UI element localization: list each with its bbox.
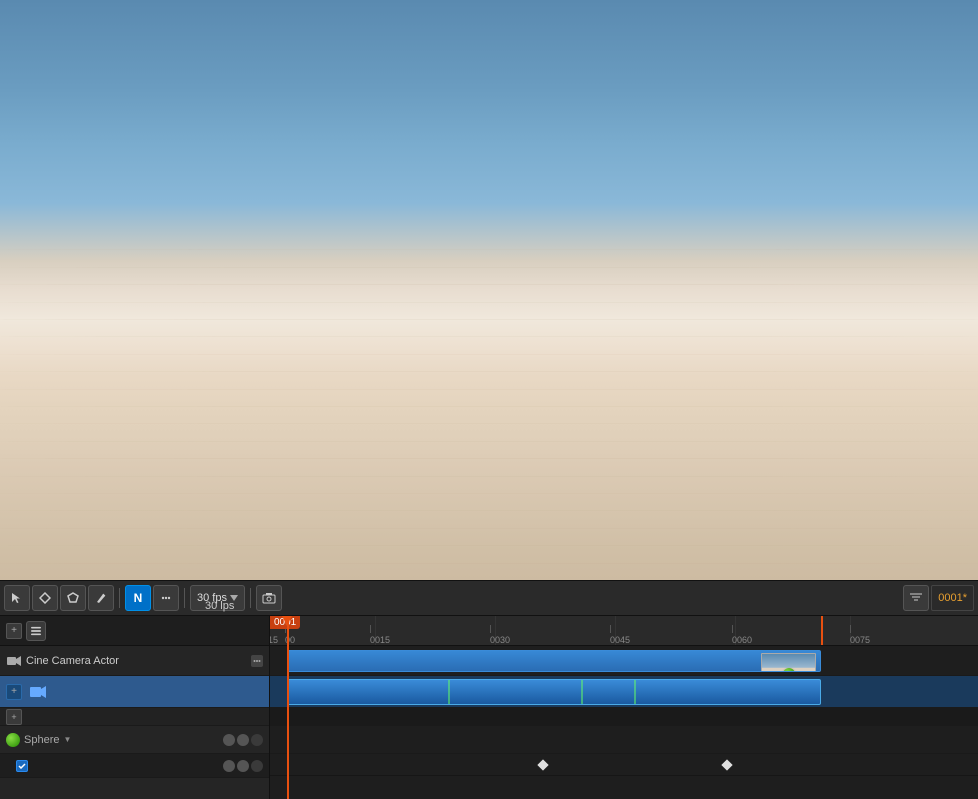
sphere-track-content	[270, 726, 978, 754]
camera-track-label: Cine Camera Actor	[26, 655, 251, 667]
sphere-object-icon	[6, 733, 20, 747]
sphere-sub-dot3[interactable]	[251, 760, 263, 772]
tool-select-btn[interactable]	[4, 585, 30, 611]
sep1	[119, 588, 120, 608]
divider-content-row	[270, 708, 978, 726]
track-menu-icon	[31, 626, 41, 636]
timeline-left-header: +	[0, 616, 269, 646]
camera-export-icon	[262, 592, 276, 604]
more-options-btn[interactable]	[153, 585, 179, 611]
sphere-label: Sphere ▼	[24, 734, 71, 746]
fps-selector[interactable]: 30 fps	[190, 585, 245, 611]
pentagon-icon	[67, 592, 79, 604]
add-row-btn[interactable]: +	[6, 709, 22, 725]
camera-track-icons	[251, 655, 263, 667]
sphere-dot1[interactable]	[223, 734, 235, 746]
dots-icon-sm	[253, 658, 261, 664]
tool-diamond-btn[interactable]	[32, 585, 58, 611]
check-icon	[18, 763, 26, 769]
end-marker	[821, 616, 823, 645]
bar-tick-3	[634, 680, 636, 704]
sphere-dot3[interactable]	[251, 734, 263, 746]
timeline-ruler[interactable]: -015 00 0015 0030 0045 0060 0075	[270, 616, 978, 646]
timeline-content-panel: -015 00 0015 0030 0045 0060 0075	[270, 616, 978, 799]
ruler-tick-neg15: -015	[270, 635, 278, 645]
keyframe-1[interactable]	[537, 759, 548, 770]
record-mode-btn[interactable]: N	[125, 585, 151, 611]
sphere-sub-row	[0, 754, 269, 778]
camera-clip-bar[interactable]	[287, 650, 821, 672]
thumbnail-bg	[762, 654, 815, 672]
ruler-tick-60: 0060	[732, 635, 752, 645]
ruler-label-75: 0075	[850, 635, 870, 645]
dots-icon	[161, 593, 171, 603]
sphere-dot2[interactable]	[237, 734, 249, 746]
empty-row-1: +	[0, 708, 269, 726]
diamond-icon	[39, 592, 51, 604]
thumbnail-sphere	[783, 668, 795, 672]
playhead-line	[287, 616, 289, 799]
chevron-down-icon	[230, 595, 238, 601]
sphere-subtrack-content	[270, 754, 978, 776]
ruler-label-45: 0045	[610, 635, 630, 645]
ruler-label-60: 0060	[732, 635, 752, 645]
sequence-name: 0001*	[938, 592, 967, 604]
tool-pentagon-btn[interactable]	[60, 585, 86, 611]
track-options-btn[interactable]	[26, 621, 46, 641]
fps-label: 30 fps	[197, 592, 227, 604]
sphere-label-text: Sphere	[24, 734, 59, 746]
ruler-label-neg15: -015	[270, 635, 278, 645]
sphere-chevron[interactable]: ▼	[63, 735, 71, 744]
timeline: + Cine Camera Actor	[0, 616, 978, 799]
camera-clip-thumbnail	[761, 653, 816, 672]
sep2	[184, 588, 185, 608]
sphere-checkbox[interactable]	[16, 760, 28, 772]
ruler-label-15: 0015	[370, 635, 390, 645]
bar-tick-2	[581, 680, 583, 704]
timeline-tracks-panel: + Cine Camera Actor	[0, 616, 270, 799]
ruler-tick-15: 0015	[370, 635, 390, 645]
main-highlighted-track: +	[0, 676, 269, 708]
keyframe-2[interactable]	[721, 759, 732, 770]
camera-track-icon	[6, 653, 22, 669]
playhead-ruler-marker	[282, 616, 292, 626]
cursor-icon	[11, 592, 23, 604]
ruler-tick-45: 0045	[610, 635, 630, 645]
toolbar: N 30 fps 0001*	[0, 580, 978, 616]
sphere-sub-dot1[interactable]	[223, 760, 235, 772]
camera-track-header: Cine Camera Actor	[0, 646, 269, 676]
sphere-icons	[223, 734, 263, 746]
sep3	[250, 588, 251, 608]
ruler-label-30: 0030	[490, 635, 510, 645]
sequence-label[interactable]: 0001*	[931, 585, 974, 611]
ruler-tick-30: 0030	[490, 635, 510, 645]
sphere-sub-icons	[223, 760, 263, 772]
add-keyframe-btn[interactable]: +	[6, 684, 22, 700]
sphere-sub-dot2[interactable]	[237, 760, 249, 772]
tool-brush-btn[interactable]	[88, 585, 114, 611]
filter-icon	[910, 593, 922, 603]
viewport-background	[0, 0, 978, 580]
main-track-cam-icon	[30, 684, 46, 700]
sphere-track-header: Sphere ▼	[0, 726, 269, 754]
snapshot-btn[interactable]	[256, 585, 282, 611]
main-track-content	[270, 676, 978, 708]
add-track-btn[interactable]: +	[6, 623, 22, 639]
brush-icon	[95, 592, 107, 604]
camera-track-dots	[251, 655, 263, 667]
playhead-arrow	[282, 616, 292, 626]
sand-texture	[0, 232, 978, 580]
camera-clip-inner	[288, 651, 820, 671]
camera-icon	[7, 655, 21, 667]
bar-tick-1	[448, 680, 450, 704]
viewport	[0, 0, 978, 580]
camera-track-content	[270, 646, 978, 676]
film-camera-icon	[30, 686, 46, 698]
ruler-tick-75: 0075	[850, 635, 870, 645]
main-clip-bar[interactable]	[287, 679, 821, 705]
filter-btn[interactable]	[903, 585, 929, 611]
